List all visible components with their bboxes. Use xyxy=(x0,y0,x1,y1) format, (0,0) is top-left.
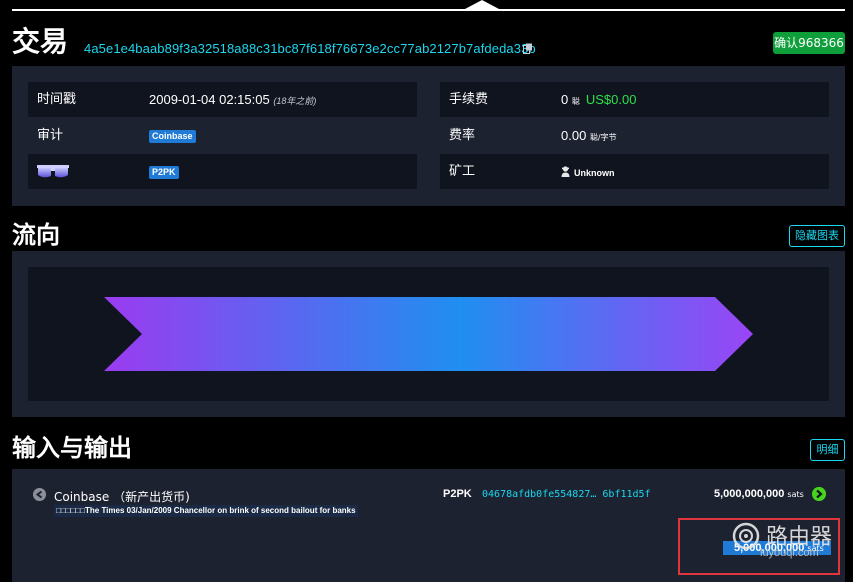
audit-value: Coinbase xyxy=(149,118,196,153)
output-script-type: P2PK xyxy=(443,488,472,500)
miner-name: Unknown xyxy=(574,168,615,178)
flow-section-title: 流向 xyxy=(12,221,60,249)
timestamp-ago: (18年之前) xyxy=(273,96,317,106)
flow-panel xyxy=(12,251,845,417)
coinbase-tag: Coinbase xyxy=(149,130,196,144)
io-section-title: 输入与输出 xyxy=(12,434,132,462)
rate-row: 费率 0.00 聪/字节 xyxy=(440,118,829,153)
flow-diagram xyxy=(104,297,753,371)
rate-unit: 聪/字节 xyxy=(589,133,617,142)
tx-info-panel: 时间戳 2009-01-04 02:15:05 (18年之前) 审计 Coinb… xyxy=(12,66,845,206)
timestamp-value: 2009-01-04 02:15:05 (18年之前) xyxy=(149,82,316,119)
miner-label: 矿工 xyxy=(449,164,476,179)
p2pk-tag: P2PK xyxy=(149,166,179,180)
output-arrow-icon[interactable] xyxy=(812,487,826,501)
miner-value: Unknown xyxy=(561,154,615,191)
miner-row: 矿工 Unknown xyxy=(440,154,829,189)
timestamp-row: 时间戳 2009-01-04 02:15:05 (18年之前) xyxy=(28,82,417,117)
output-address-link[interactable]: 04678afdb0fe554827… 6bf11d5f xyxy=(482,489,651,500)
output-amount-value: 5,000,000,000 xyxy=(714,488,785,500)
confirmations-badge: 确认968366 xyxy=(773,32,845,54)
output-amount-unit: sats xyxy=(787,490,804,499)
flow-chart-area xyxy=(28,267,829,401)
fee-value: 0 聪 US$0.00 xyxy=(561,82,636,119)
fee-amount: 0 xyxy=(561,92,569,107)
timestamp-date: 2009-01-04 02:15:05 xyxy=(149,92,270,107)
script-value: P2PK xyxy=(149,154,179,189)
hide-chart-button[interactable]: 隐藏图表 xyxy=(789,225,845,247)
watermark-url: luyouqi.com xyxy=(760,547,819,559)
audit-label: 审计 xyxy=(37,128,64,143)
flow-ribbon[interactable] xyxy=(104,297,753,371)
rate-amount: 0.00 xyxy=(561,128,587,143)
top-divider xyxy=(12,9,845,11)
output-amount: 5,000,000,000 sats xyxy=(714,488,804,500)
fee-usd: US$0.00 xyxy=(585,92,637,107)
top-notch xyxy=(465,0,499,9)
fee-unit: 聪 xyxy=(571,97,580,106)
audit-row: 审计 Coinbase xyxy=(28,118,417,153)
details-button[interactable]: 明细 xyxy=(810,439,845,461)
coinbase-message: □□□□□□The Times 03/Jan/2009 Chancellor o… xyxy=(54,505,358,517)
glasses-icon xyxy=(37,165,69,178)
page-title: 交易 xyxy=(12,25,69,58)
input-label: Coinbase （新产出货币) xyxy=(54,490,190,504)
rate-label: 费率 xyxy=(449,128,476,143)
copy-icon[interactable] xyxy=(523,43,533,54)
fee-label: 手续费 xyxy=(449,92,489,107)
watermark-logo-icon xyxy=(732,522,760,550)
txid-link[interactable]: 4a5e1e4baab89f3a32518a88c31bc87f618f7667… xyxy=(84,41,536,56)
miner-icon xyxy=(561,166,570,177)
fee-row: 手续费 0 聪 US$0.00 xyxy=(440,82,829,117)
rate-value: 0.00 聪/字节 xyxy=(561,118,617,155)
script-row: P2PK xyxy=(28,154,417,189)
input-arrow-icon[interactable] xyxy=(33,488,46,501)
timestamp-label: 时间戳 xyxy=(37,92,77,107)
